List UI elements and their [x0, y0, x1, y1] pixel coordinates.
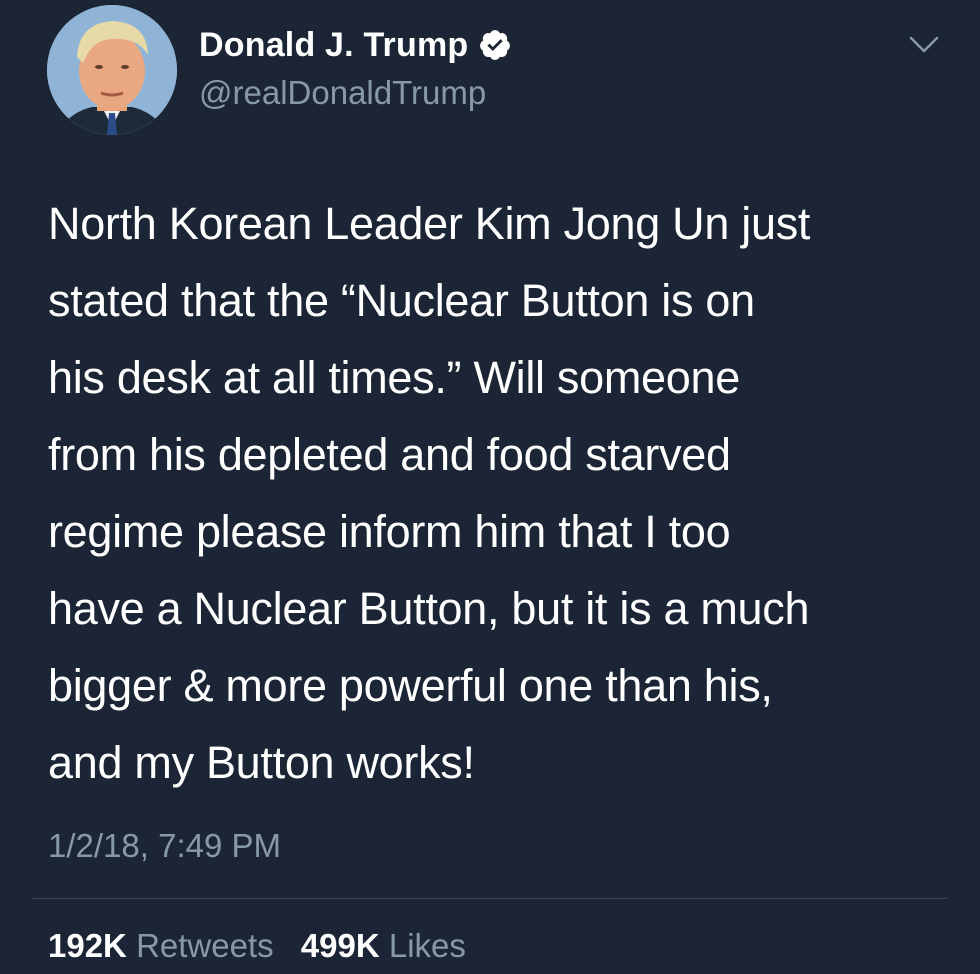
tweet-text-line: bigger & more powerful one than his,: [48, 660, 773, 711]
tweet-text-line: his desk at all times.” Will someone: [48, 352, 740, 403]
tweet-stats: 192K Retweets 499K Likes: [48, 927, 484, 965]
retweets-label: Retweets: [136, 927, 274, 964]
likes-label: Likes: [388, 927, 466, 964]
display-name-row: Donald J. Trump: [199, 24, 512, 66]
tweet-text-line: North Korean Leader Kim Jong Un just: [48, 198, 811, 249]
likes-count: 499K: [300, 927, 380, 964]
tweet-text: North Korean Leader Kim Jong Un just sta…: [48, 185, 948, 801]
tweet-text-line: and my Button works!: [48, 737, 475, 788]
tweet-text-line: from his depleted and food starved: [48, 429, 731, 480]
tweet-text-line: stated that the “Nuclear Button is on: [48, 275, 755, 326]
verified-badge-icon: [478, 28, 512, 62]
avatar-image: [47, 5, 177, 135]
tweet-timestamp[interactable]: 1/2/18, 7:49 PM: [48, 827, 281, 865]
user-handle[interactable]: @realDonaldTrump: [199, 74, 512, 112]
divider: [32, 898, 948, 899]
tweet-text-line: regime please inform him that I too: [48, 506, 731, 557]
likes-stat[interactable]: 499K Likes: [301, 927, 466, 964]
tweet: Donald J. Trump @realDonaldTrump North K…: [0, 0, 980, 974]
tweet-text-line: have a Nuclear Button, but it is a much: [48, 583, 810, 634]
chevron-down-icon[interactable]: [908, 34, 940, 56]
display-name[interactable]: Donald J. Trump: [199, 26, 468, 65]
avatar[interactable]: [47, 5, 177, 135]
user-info[interactable]: Donald J. Trump @realDonaldTrump: [199, 24, 512, 112]
retweets-stat[interactable]: 192K Retweets: [48, 927, 283, 964]
retweets-count: 192K: [48, 927, 127, 964]
